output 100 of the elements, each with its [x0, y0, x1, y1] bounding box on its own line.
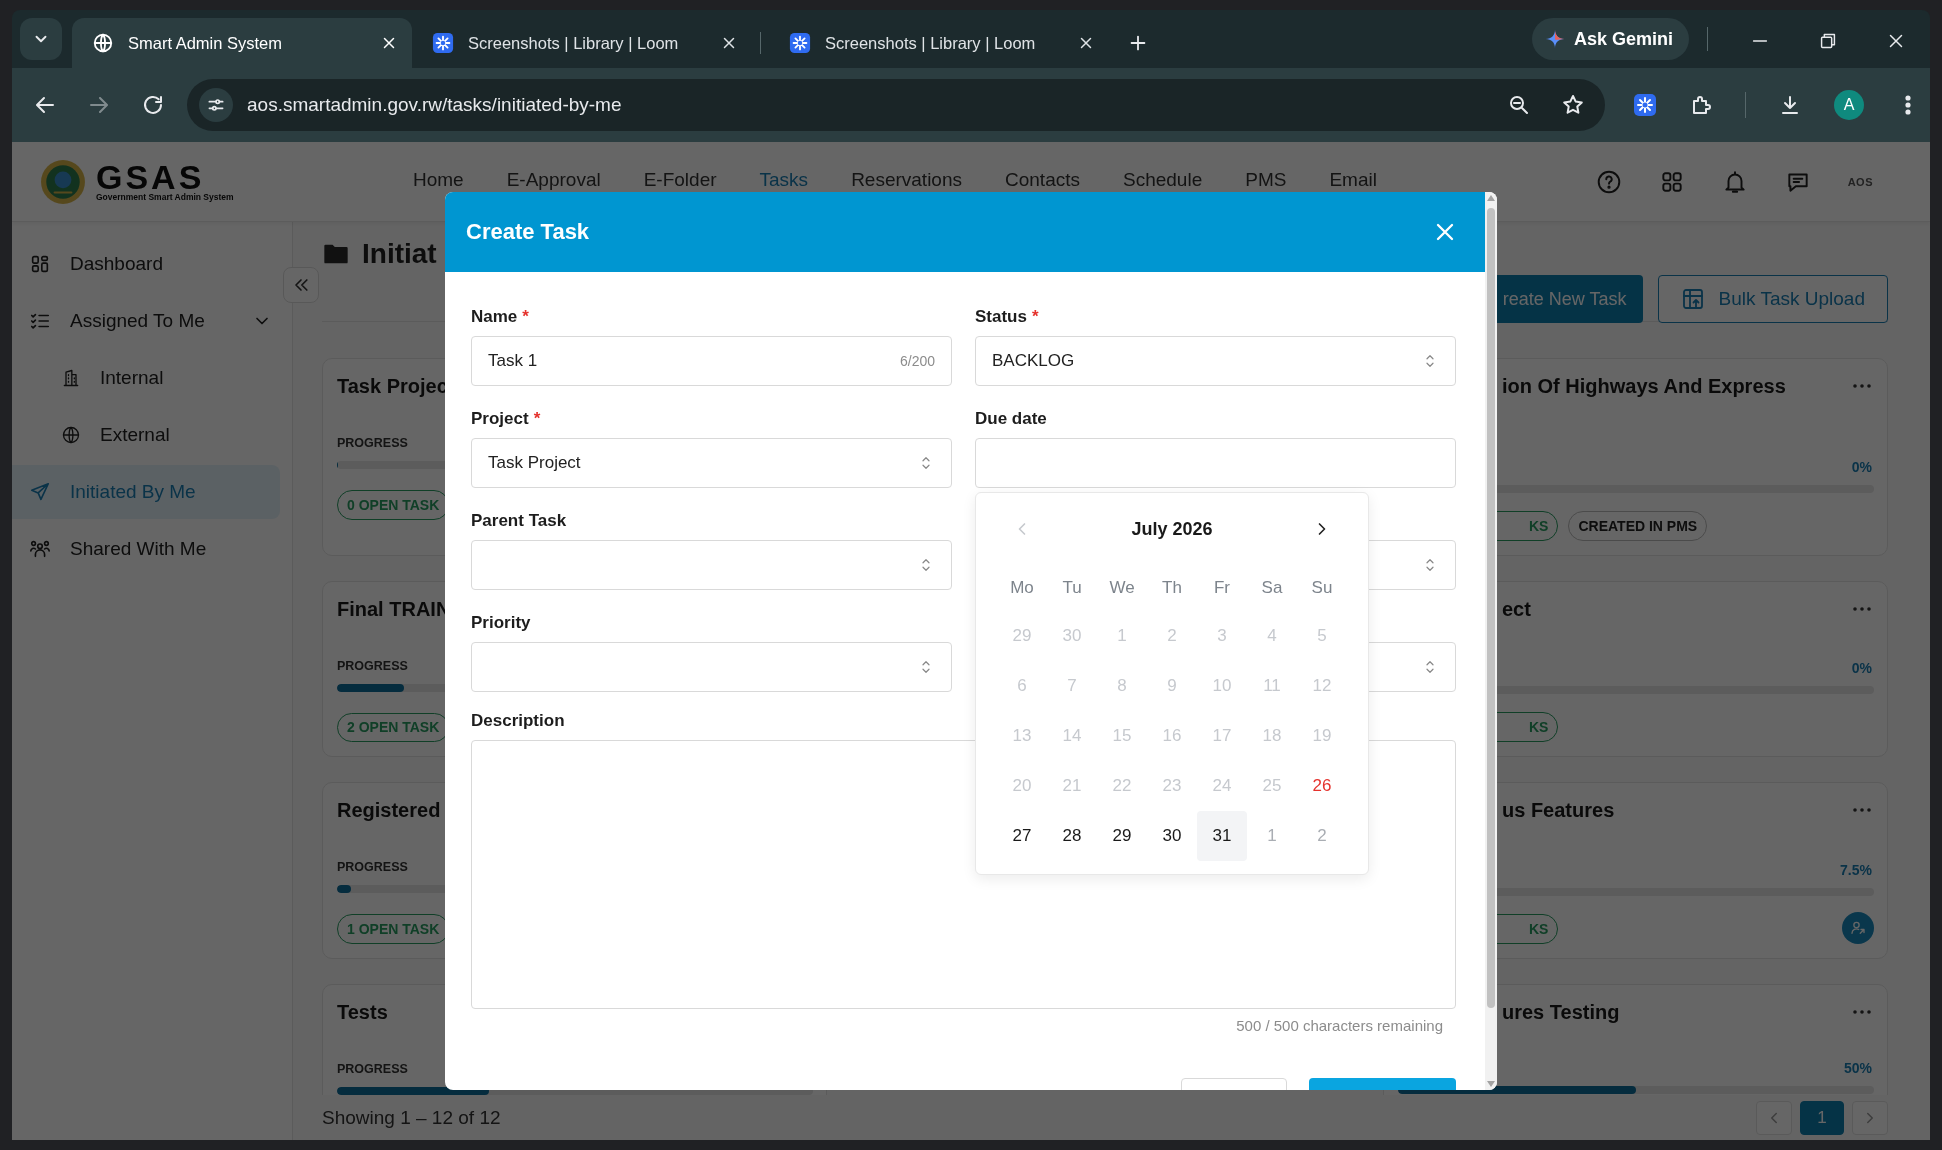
- select-field[interactable]: Task Project: [471, 438, 952, 488]
- calendar-day: 15: [1097, 711, 1147, 761]
- characters-remaining: 500 / 500 characters remaining: [1235, 1017, 1444, 1034]
- required-mark: *: [522, 307, 529, 326]
- sidebar-item[interactable]: Internal: [12, 351, 280, 405]
- calendar-day[interactable]: 30: [1147, 811, 1197, 861]
- calendar-day: 16: [1147, 711, 1197, 761]
- calendar-day[interactable]: 29: [1097, 811, 1147, 861]
- calendar-day: 18: [1247, 711, 1297, 761]
- calendar-day: 13: [997, 711, 1047, 761]
- field-label: Status: [975, 307, 1027, 326]
- character-counter: 6/200: [899, 353, 935, 369]
- card-title: ures Testing: [1502, 1000, 1621, 1025]
- weekday-label: Tu: [1061, 577, 1083, 599]
- calendar-day: 1: [1097, 611, 1147, 661]
- calendar-day: 10: [1197, 661, 1247, 711]
- calendar-day: 14: [1047, 711, 1097, 761]
- sidebar-item[interactable]: External: [12, 408, 280, 462]
- calendar-day: 4: [1247, 611, 1297, 661]
- calendar-day: 25: [1247, 761, 1297, 811]
- card-title: ion Of Highways And Express: [1502, 374, 1787, 399]
- field-label: Parent Task: [471, 511, 567, 530]
- calendar-day: 6: [997, 661, 1047, 711]
- account-logo[interactable]: AOS: [1847, 175, 1873, 188]
- dialog-title: Create Task: [466, 219, 590, 245]
- select-field[interactable]: BACKLOG: [975, 336, 1456, 386]
- calendar-day[interactable]: 28: [1047, 811, 1097, 861]
- nav-link[interactable]: Reservations: [851, 169, 962, 190]
- calendar-day: 11: [1247, 661, 1297, 711]
- card-title: us Features: [1502, 798, 1616, 823]
- results-summary: Showing 1 – 12 of 12: [322, 1106, 501, 1129]
- required-mark: *: [533, 409, 541, 428]
- calendar-day: 17: [1197, 711, 1247, 761]
- bulk-upload-button[interactable]: Bulk Task Upload: [1657, 275, 1888, 323]
- nav-link[interactable]: Contacts: [1005, 169, 1080, 190]
- card-title: Tests: [337, 1000, 389, 1025]
- calendar-day[interactable]: 1: [1247, 811, 1297, 861]
- weekday-label: We: [1108, 577, 1136, 599]
- weekday-label: Fr: [1212, 577, 1231, 599]
- nav-link[interactable]: PMS: [1245, 169, 1287, 190]
- calendar-day: 19: [1297, 711, 1347, 761]
- calendar-day: 5: [1297, 611, 1347, 661]
- calendar-day: 7: [1047, 661, 1097, 711]
- logo-text: GSAS: [96, 161, 205, 192]
- progress-label: PROGRESS: [337, 659, 409, 674]
- calendar-day[interactable]: 31: [1197, 811, 1247, 861]
- browser-tab[interactable]: Screenshots | Library | Loom: [412, 18, 752, 68]
- nav-link[interactable]: Home: [413, 169, 464, 190]
- weekday-label: Su: [1310, 577, 1334, 599]
- calendar-day: 2: [1147, 611, 1197, 661]
- assistant-button[interactable]: Ask Gemini: [1531, 18, 1689, 60]
- weekday-label: Th: [1161, 577, 1183, 599]
- calendar-day[interactable]: 2: [1297, 811, 1347, 861]
- progress-label: PROGRESS: [337, 860, 409, 875]
- nav-link[interactable]: Tasks: [759, 169, 809, 190]
- card-title: Registered: [337, 798, 442, 823]
- address-bar[interactable]: aos.smartadmin.gov.rw/tasks/initiated-by-me: [187, 79, 1605, 131]
- calendar-day[interactable]: 26: [1297, 761, 1347, 811]
- calendar-day: 9: [1147, 661, 1197, 711]
- progress-percent: 0%: [1851, 660, 1872, 676]
- weekday-label: Sa: [1260, 577, 1284, 599]
- card-title: Task Projec: [337, 374, 449, 399]
- calendar-day: 23: [1147, 761, 1197, 811]
- calendar-day: 20: [997, 761, 1047, 811]
- logo-caption: Government Smart Admin System: [96, 191, 234, 202]
- sidebar-item[interactable]: Shared With Me: [12, 522, 280, 576]
- field-label: Name: [471, 307, 518, 326]
- progress-percent: 0%: [1851, 459, 1872, 475]
- field-label: Priority: [471, 613, 531, 632]
- progress-percent: 7.5%: [1840, 862, 1872, 878]
- sidebar-item[interactable]: Dashboard: [12, 237, 280, 291]
- calendar-day: 8: [1097, 661, 1147, 711]
- sidebar-item[interactable]: Assigned To Me: [12, 294, 280, 348]
- calendar-day: 3: [1197, 611, 1247, 661]
- name-input[interactable]: Task 1: [488, 351, 892, 371]
- progress-label: PROGRESS: [337, 1062, 409, 1077]
- nav-link[interactable]: Email: [1329, 169, 1377, 190]
- card-title: ect: [1502, 597, 1532, 622]
- field-label: Project: [471, 409, 529, 428]
- weekday-label: Mo: [1009, 577, 1035, 599]
- required-mark: *: [1031, 307, 1039, 326]
- browser-tab[interactable]: Smart Admin System: [72, 18, 412, 68]
- progress-label: PROGRESS: [337, 436, 409, 451]
- nav-link[interactable]: E-Approval: [506, 169, 601, 190]
- calendar-day: 29: [997, 611, 1047, 661]
- browser-tab[interactable]: Screenshots | Library | Loom: [769, 18, 1109, 68]
- sidebar-item[interactable]: Initiated By Me: [12, 465, 280, 519]
- field-label: Description: [471, 711, 565, 730]
- calendar-day[interactable]: 27: [997, 811, 1047, 861]
- nav-link[interactable]: Schedule: [1123, 169, 1203, 190]
- calendar-day: 24: [1197, 761, 1247, 811]
- calendar-day: 30: [1047, 611, 1097, 661]
- profile-avatar[interactable]: A: [1834, 90, 1864, 120]
- page-button[interactable]: 1: [1800, 1100, 1844, 1135]
- progress-percent: 50%: [1843, 1060, 1872, 1076]
- nav-link[interactable]: E-Folder: [643, 169, 717, 190]
- calendar-day: 21: [1047, 761, 1097, 811]
- text-field[interactable]: Task 1 6/200: [471, 336, 952, 386]
- calendar-day: 12: [1297, 661, 1347, 711]
- page-title: Initiat: [362, 238, 437, 270]
